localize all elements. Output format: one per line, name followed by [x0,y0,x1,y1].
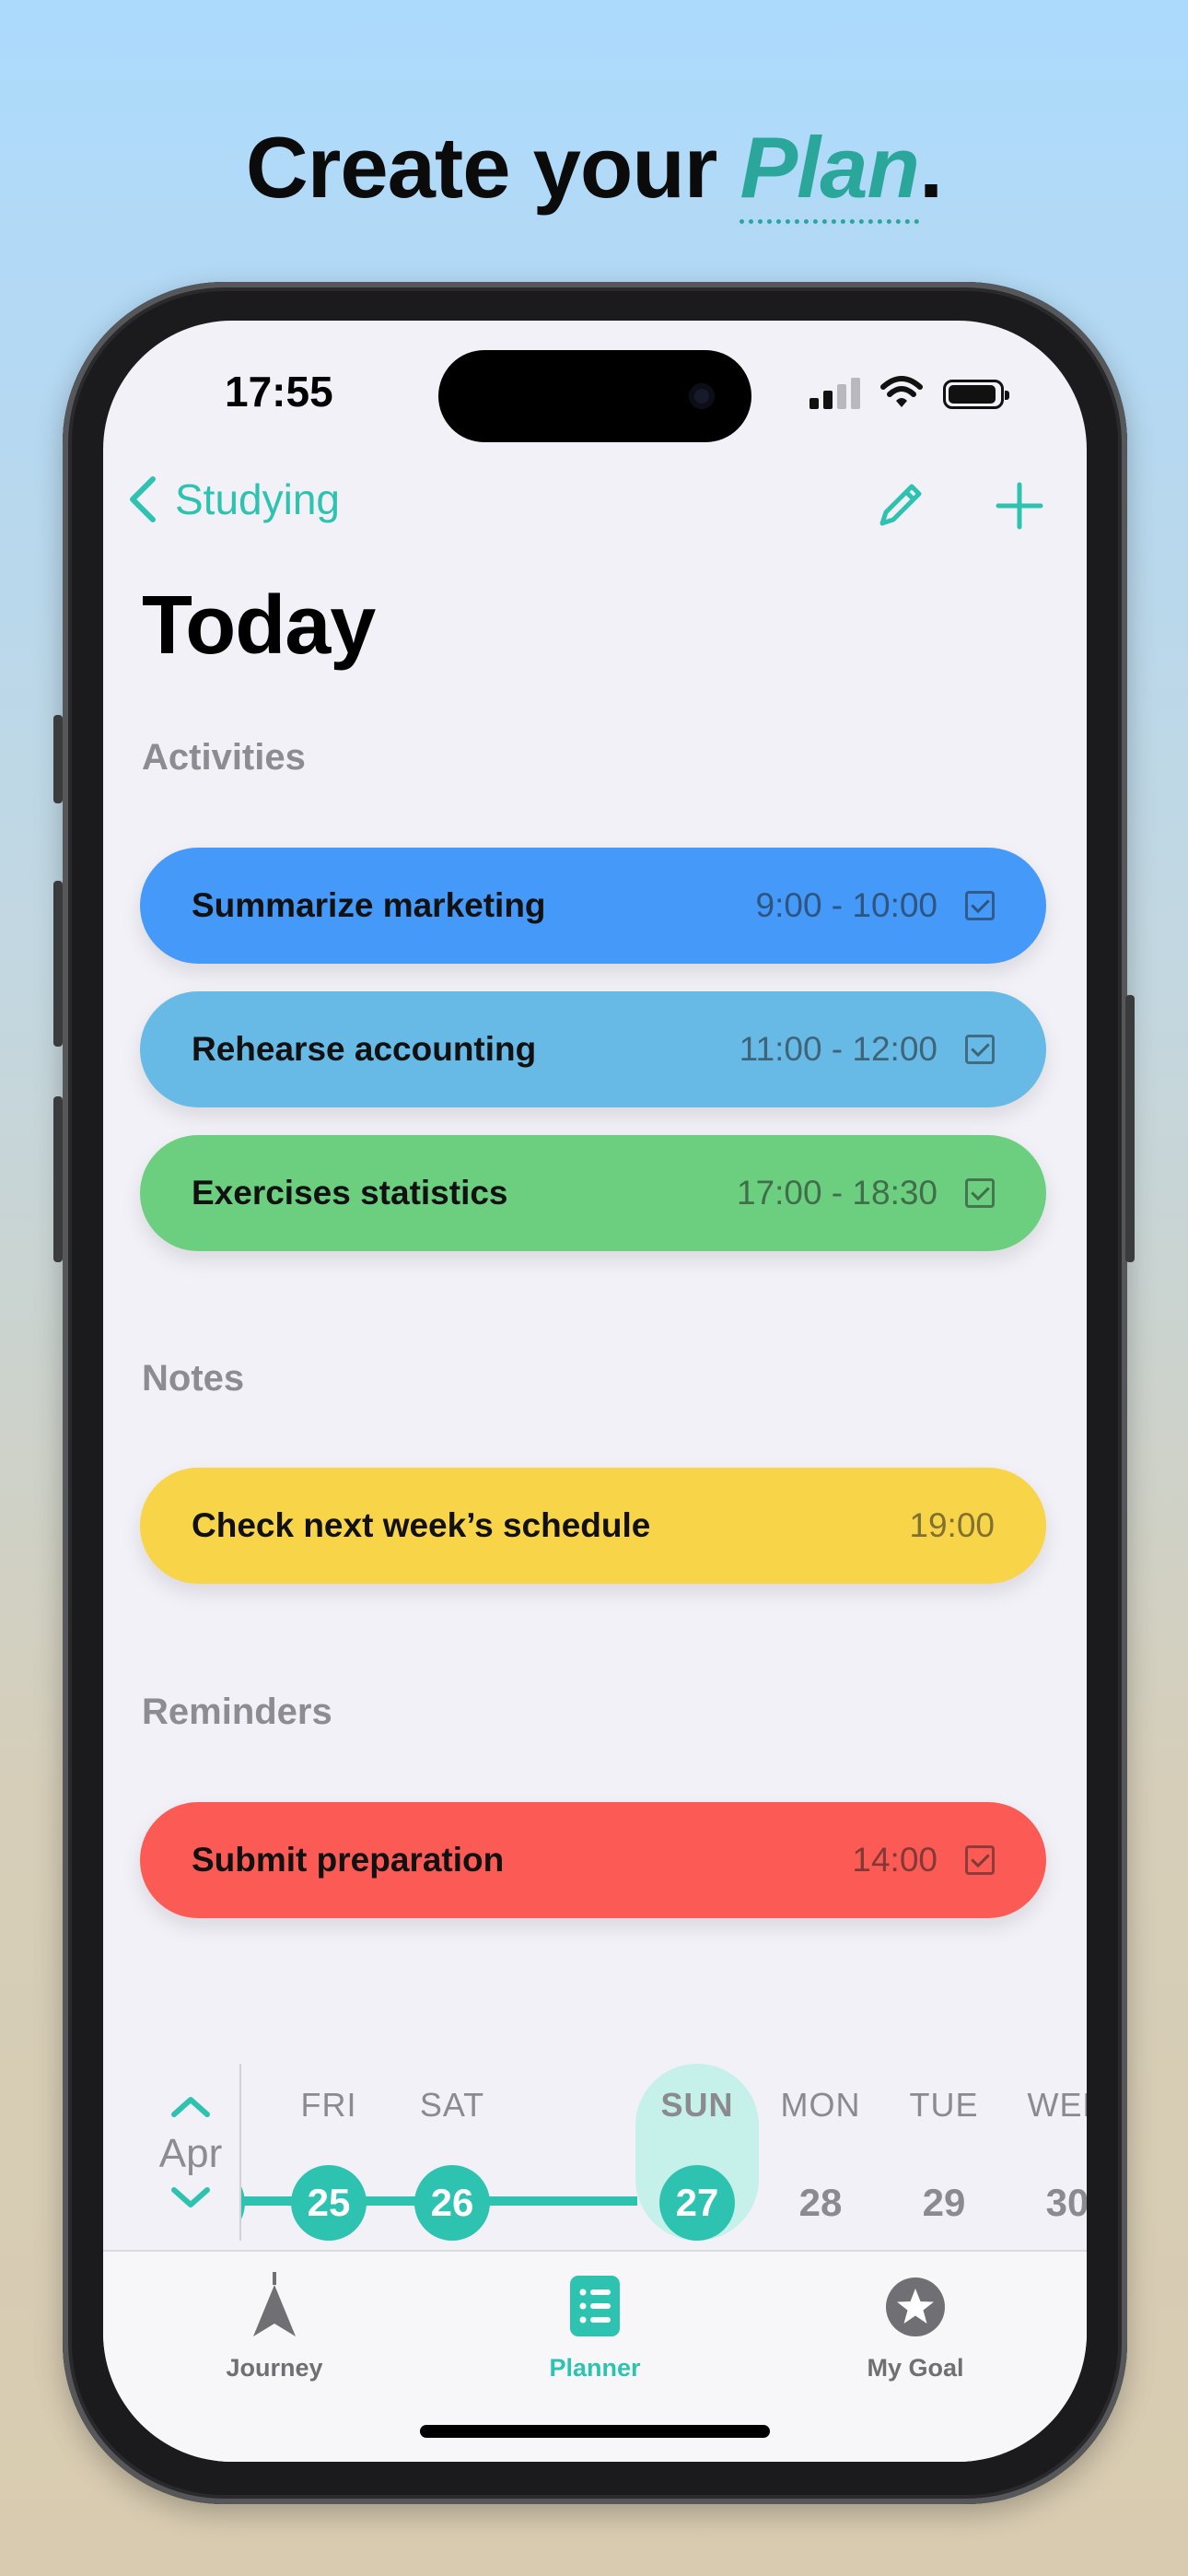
section-label-activities: Activities [142,737,306,778]
pencil-icon[interactable] [873,479,926,533]
activity-item[interactable]: Rehearse accounting 11:00 - 12:00 [140,991,1046,1107]
page-title: Today [142,580,376,672]
activity-time: 11:00 - 12:00 [739,1030,938,1068]
tab-label: My Goal [867,2354,964,2382]
chevron-down-icon[interactable] [149,2182,232,2219]
activity-time: 17:00 - 18:30 [736,1174,938,1212]
checkbox-icon[interactable] [965,1035,995,1064]
dynamic-island [438,350,751,442]
status-icons [809,376,1009,409]
camera-icon [689,383,715,409]
star-badge-icon [886,2277,945,2336]
reminder-time: 14:00 [852,1841,938,1879]
activity-time: 9:00 - 10:00 [755,886,938,924]
reminder-title: Submit preparation [192,1841,505,1879]
activity-title: Exercises statistics [192,1174,508,1212]
day-name: SUN [660,2086,734,2124]
section-label-notes: Notes [142,1358,245,1399]
activity-item[interactable]: Exercises statistics 17:00 - 18:30 [140,1135,1046,1251]
phone-power-button [1125,995,1135,1262]
week-strip: THU 24 FRI 25 SAT 26 SUN 27 MON 28 TUE 2… [241,2053,1087,2255]
chevron-left-icon [130,476,156,522]
checkbox-icon[interactable] [965,891,995,920]
day-number: 29 [922,2181,966,2224]
activity-title: Rehearse accounting [192,1030,537,1068]
back-label: Studying [175,475,341,523]
back-button[interactable]: Studying [123,474,340,525]
day-name: SAT [419,2086,485,2124]
tab-label: Planner [549,2354,641,2382]
wifi-icon [880,376,923,407]
compass-arrow-icon [253,2272,296,2336]
chevron-up-icon[interactable] [149,2090,232,2126]
tab-journey[interactable]: Journey [164,2268,385,2383]
phone-volume-up [53,881,63,1047]
month-label: Apr [158,2131,223,2176]
section-label-reminders: Reminders [142,1692,332,1732]
phone-screen: 17:55 Studying Today Activities Summariz… [103,321,1087,2462]
day-name: WED [1027,2086,1088,2124]
day-number: 26 [430,2181,474,2224]
headline-accent: Plan [740,119,920,224]
tab-planner[interactable]: Planner [484,2268,705,2383]
day-number: 28 [798,2181,843,2224]
reminder-item[interactable]: Submit preparation 14:00 [140,1802,1046,1918]
home-indicator[interactable] [420,2425,770,2438]
day-number: 30 [1045,2181,1087,2224]
phone-mute-switch [53,715,63,803]
month-selector: Apr [149,2090,232,2219]
activity-item[interactable]: Summarize marketing 9:00 - 10:00 [140,848,1046,964]
headline-prefix: Create your [245,119,740,216]
headline-suffix: . [918,119,943,216]
day-name: THU [241,2086,269,2125]
day-number: 24 [241,2165,269,2241]
checkbox-icon[interactable] [965,1845,995,1875]
day-name: TUE [909,2086,979,2124]
day-name: MON [780,2086,861,2124]
day-number: 27 [675,2181,719,2224]
signal-icon [809,378,860,409]
plus-icon[interactable] [993,479,1046,533]
battery-icon [943,380,1009,409]
activity-title: Summarize marketing [192,886,546,924]
note-item[interactable]: Check next week’s schedule 19:00 [140,1468,1046,1584]
checkbox-icon[interactable] [965,1178,995,1208]
note-title: Check next week’s schedule [192,1506,651,1544]
note-time: 19:00 [909,1506,995,1544]
headline: Create your Plan. [0,118,1188,224]
day-number: 25 [307,2181,351,2224]
status-time: 17:55 [225,368,333,416]
day-name: FRI [300,2086,357,2124]
planner-list-icon [570,2276,620,2336]
tab-label: Journey [226,2354,323,2382]
phone-volume-down [53,1096,63,1262]
tab-my-goal[interactable]: My Goal [805,2268,1026,2383]
